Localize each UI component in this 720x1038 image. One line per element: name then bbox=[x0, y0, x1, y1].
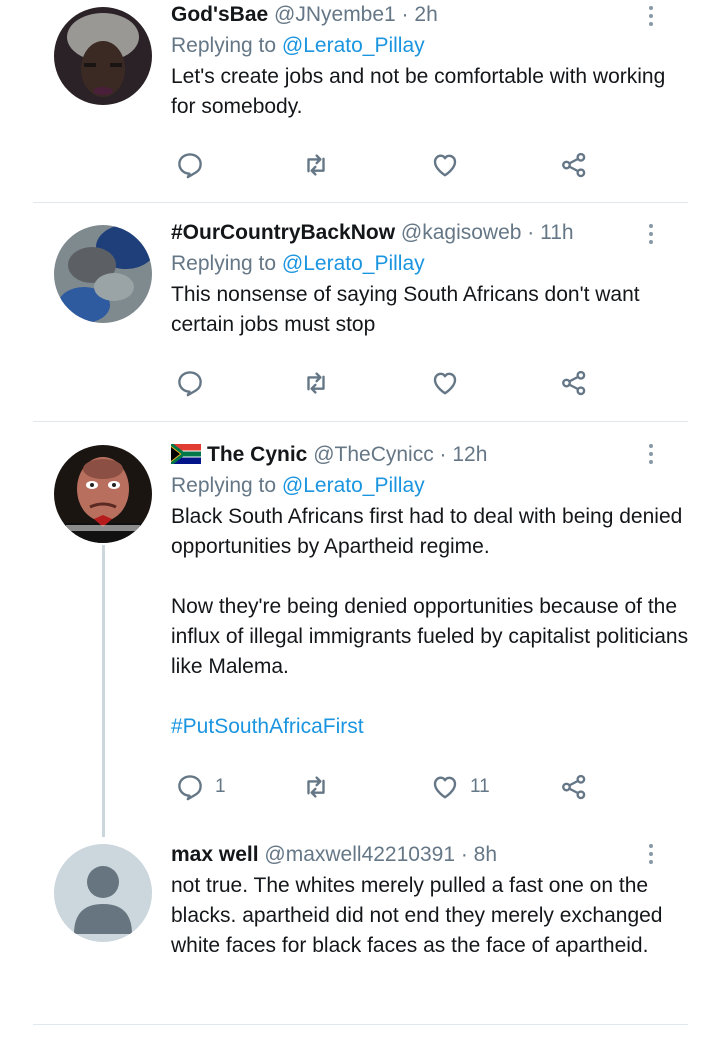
retweet-button[interactable] bbox=[301, 770, 341, 804]
replying-to: Replying to @Lerato_Pillay bbox=[171, 471, 691, 501]
replying-to-link[interactable]: @Lerato_Pillay bbox=[282, 34, 425, 57]
like-button[interactable]: 11 bbox=[430, 770, 490, 804]
tweet-paragraph: Black South Africans first had to deal w… bbox=[171, 505, 683, 558]
avatar[interactable] bbox=[54, 445, 152, 543]
like-button[interactable] bbox=[430, 148, 470, 182]
more-icon[interactable] bbox=[640, 840, 662, 870]
tweet-header: God'sBae @JNyembe1 · 2h bbox=[171, 0, 691, 30]
replying-to: Replying to @Lerato_Pillay bbox=[171, 249, 691, 279]
tweet-text: Let's create jobs and not be comfortable… bbox=[171, 62, 691, 122]
thread-connector-line bbox=[102, 545, 105, 837]
like-count: 11 bbox=[470, 776, 490, 797]
replying-to-link[interactable]: @Lerato_Pillay bbox=[282, 252, 425, 275]
like-icon bbox=[433, 372, 457, 395]
like-icon bbox=[433, 776, 457, 799]
share-button[interactable] bbox=[559, 366, 589, 400]
tweet-divider bbox=[33, 1024, 688, 1025]
retweet-icon bbox=[307, 372, 325, 394]
share-button[interactable] bbox=[559, 148, 589, 182]
tweet-divider bbox=[33, 421, 688, 422]
replying-to: Replying to @Lerato_Pillay bbox=[171, 31, 691, 61]
display-name[interactable]: God'sBae bbox=[171, 3, 268, 26]
avatar[interactable] bbox=[54, 844, 152, 942]
share-icon bbox=[562, 152, 586, 178]
reply-icon bbox=[178, 775, 202, 801]
reply-button[interactable] bbox=[175, 366, 215, 400]
tweet-text: Black South Africans first had to deal w… bbox=[171, 502, 691, 742]
retweet-button[interactable] bbox=[301, 148, 341, 182]
hashtag-link[interactable]: #PutSouthAfricaFirst bbox=[171, 712, 691, 742]
tweet-header: max well @maxwell42210391 · 8h bbox=[171, 840, 691, 870]
like-button[interactable] bbox=[430, 366, 470, 400]
tweet-divider bbox=[33, 202, 688, 203]
reply-icon bbox=[178, 153, 202, 179]
tweet-text: not true. The whites merely pulled a fas… bbox=[171, 871, 691, 961]
more-icon[interactable] bbox=[640, 220, 662, 250]
retweet-icon bbox=[307, 154, 325, 176]
handle-time: @JNyembe1 · 2h bbox=[274, 3, 438, 26]
display-name[interactable]: max well bbox=[171, 843, 259, 866]
reply-button[interactable]: 1 bbox=[175, 770, 226, 804]
tweet-paragraph: This nonsense of saying South Africans d… bbox=[171, 283, 640, 336]
tweet-paragraph: not true. The whites merely pulled a fas… bbox=[171, 874, 663, 957]
share-icon bbox=[562, 370, 586, 396]
avatar[interactable] bbox=[54, 7, 152, 105]
retweet-button[interactable] bbox=[301, 366, 341, 400]
more-icon[interactable] bbox=[640, 2, 662, 32]
replying-prefix: Replying to bbox=[171, 252, 277, 275]
replying-to-link[interactable]: @Lerato_Pillay bbox=[282, 474, 425, 497]
retweet-icon bbox=[307, 776, 325, 798]
tweet-actions bbox=[171, 366, 621, 400]
tweet-header: #OurCountryBackNow @kagisoweb · 11h bbox=[171, 218, 691, 248]
tweet-paragraph: Let's create jobs and not be comfortable… bbox=[171, 65, 666, 118]
tweet-header: The Cynic @TheCynicc · 12h bbox=[171, 440, 691, 470]
reply-button[interactable] bbox=[175, 148, 215, 182]
share-icon bbox=[562, 774, 586, 800]
tweet-actions bbox=[171, 148, 621, 182]
handle-time: @TheCynicc · 12h bbox=[313, 443, 488, 466]
display-name[interactable]: The Cynic bbox=[207, 443, 307, 466]
display-name[interactable]: #OurCountryBackNow bbox=[171, 221, 395, 244]
south-africa-flag-icon bbox=[171, 444, 201, 464]
like-icon bbox=[433, 154, 457, 177]
reply-count: 1 bbox=[215, 776, 226, 797]
handle-time: @maxwell42210391 · 8h bbox=[264, 843, 498, 866]
tweet-text: This nonsense of saying South Africans d… bbox=[171, 280, 691, 340]
more-icon[interactable] bbox=[640, 440, 662, 470]
share-button[interactable] bbox=[559, 770, 589, 804]
replying-prefix: Replying to bbox=[171, 34, 277, 57]
avatar[interactable] bbox=[54, 225, 152, 323]
replying-prefix: Replying to bbox=[171, 474, 277, 497]
handle-time: @kagisoweb · 11h bbox=[400, 221, 574, 244]
reply-icon bbox=[178, 371, 202, 397]
tweet-actions: 1 11 bbox=[171, 770, 621, 804]
tweet-paragraph: Now they're being denied opportunities b… bbox=[171, 595, 689, 678]
